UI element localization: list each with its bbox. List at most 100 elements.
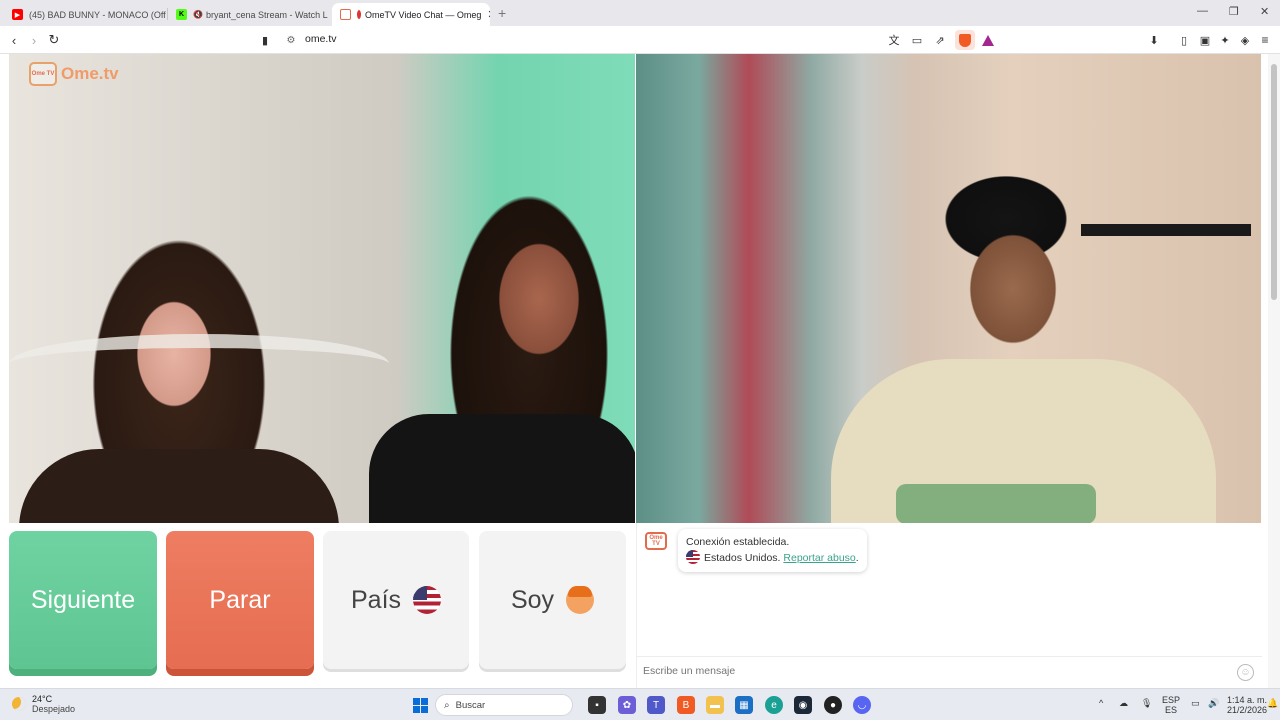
page-scrollbar[interactable] — [1268, 54, 1280, 688]
close-tab-icon[interactable]: ✕ — [481, 8, 490, 21]
tab-title: OmeTV Video Chat — Omeg — [365, 9, 482, 20]
close-window-icon[interactable]: ✕ — [1260, 5, 1269, 18]
microphone-icon[interactable]: 🎙 — [1141, 698, 1152, 708]
us-flag-icon — [413, 586, 442, 614]
report-suffix: . — [855, 552, 859, 564]
weather-description: Despejado — [32, 704, 76, 714]
moon-icon — [12, 697, 26, 711]
downloads-icon[interactable]: ⬇ — [1146, 32, 1162, 48]
video-background-detail — [9, 334, 389, 394]
ometv-logo-text: Ome.tv — [61, 64, 119, 83]
scrollbar-thumb[interactable] — [1271, 64, 1277, 300]
recording-icon — [357, 10, 361, 19]
ometv-tv-icon: Ome TV — [29, 62, 57, 86]
next-button[interactable]: Siguiente — [9, 531, 157, 669]
file-explorer-icon[interactable]: ▬ — [706, 696, 724, 714]
windows-taskbar: 24°C Despejado ⌕ Buscar ▪ ✿ T B ▬ ▦ e ◉ … — [0, 688, 1280, 720]
browser-tab-youtube[interactable]: ▶ (45) BAD BUNNY - MONACO (Offici — [4, 3, 166, 26]
clock[interactable]: 1:14 a. m. 21/2/2026 — [1227, 695, 1267, 715]
video-person-detail — [19, 449, 339, 523]
steam-icon[interactable]: ◉ — [794, 696, 812, 714]
network-icon[interactable]: ▭ — [1191, 698, 1200, 708]
gender-label: Soy — [510, 585, 555, 614]
browser-tab-strip: ▶ (45) BAD BUNNY - MONACO (Offici K 🔇 br… — [0, 0, 1280, 26]
microsoft-store-icon[interactable]: ▦ — [735, 696, 753, 714]
tab-title: bryant_cena Stream - Watch Live — [205, 9, 328, 20]
search-icon: ⌕ — [444, 699, 450, 711]
discord-icon[interactable]: ◡ — [853, 696, 871, 714]
brave-rewards-icon[interactable] — [978, 30, 998, 50]
remote-video — [636, 54, 1261, 523]
gender-selector-button[interactable]: Soy — [479, 531, 626, 669]
ometv-logo[interactable]: Ome TV Ome.tv — [29, 62, 119, 86]
forward-icon[interactable]: › — [26, 32, 42, 48]
share-icon[interactable]: ⇗ — [932, 32, 948, 48]
bookmark-icon[interactable]: ▮ — [257, 32, 273, 48]
brave-browser-icon[interactable]: B — [677, 696, 695, 714]
local-video: Ome TV Ome.tv — [9, 54, 635, 523]
country-selector-button[interactable]: País — [323, 531, 469, 669]
tab-title: (45) BAD BUNNY - MONACO (Offici — [29, 9, 166, 20]
next-button-label: Siguiente — [30, 585, 136, 614]
boy-avatar-icon — [566, 586, 595, 614]
teams-icon[interactable]: T — [647, 696, 665, 714]
youtube-icon: ▶ — [12, 9, 23, 20]
site-settings-icon[interactable]: ⚙ — [283, 32, 299, 48]
ometv-tab-icon — [340, 9, 351, 20]
ometv-page: Ome TV Ome.tv Siguiente Parar País Soy O… — [0, 54, 1280, 688]
connection-status-text: Conexión establecida. — [686, 536, 790, 548]
chat-panel: Ome TV Conexión establecida. Estados Uni… — [636, 523, 1262, 688]
menu-icon[interactable]: ≡ — [1257, 32, 1273, 48]
clock-date: 21/2/2026 — [1227, 705, 1268, 715]
address-bar[interactable]: ome.tv — [305, 33, 337, 45]
leo-ai-icon[interactable]: ✦ — [1217, 32, 1233, 48]
stop-button[interactable]: Parar — [166, 531, 314, 669]
brave-shields-icon[interactable] — [955, 30, 975, 50]
volume-icon[interactable]: 🔊 — [1208, 698, 1219, 708]
video-background-detail — [1081, 224, 1251, 236]
cast-icon[interactable]: ▭ — [909, 32, 925, 48]
vpn-icon[interactable]: ◈ — [1237, 32, 1253, 48]
weather-widget[interactable]: 24°C Despejado — [12, 694, 75, 714]
us-flag-icon — [686, 550, 700, 564]
system-message: Conexión establecida. Estados Unidos. Re… — [678, 529, 867, 572]
copilot-icon[interactable]: ✿ — [618, 696, 636, 714]
translate-icon[interactable]: 文 — [886, 32, 902, 48]
video-person-detail — [896, 484, 1096, 523]
message-input[interactable] — [643, 665, 1223, 677]
search-placeholder: Buscar — [455, 699, 486, 711]
browser-tab-kick[interactable]: K 🔇 bryant_cena Stream - Watch Live — [168, 3, 328, 26]
notifications-icon[interactable]: 🔔 — [1267, 698, 1278, 708]
onedrive-icon[interactable]: ☁ — [1119, 698, 1128, 708]
reload-icon[interactable]: ↻ — [46, 32, 62, 48]
obs-icon[interactable]: ● — [824, 696, 842, 714]
browser-tab-ometv[interactable]: OmeTV Video Chat — Omeg ✕ — [332, 3, 490, 26]
language-indicator[interactable]: ESP ES — [1162, 695, 1180, 715]
video-person-detail — [369, 414, 635, 523]
country-label: País — [350, 585, 402, 614]
wallet-icon[interactable]: ▣ — [1197, 32, 1213, 48]
back-icon[interactable]: ‹ — [6, 32, 22, 48]
sidebar-icon[interactable]: ▯ — [1176, 32, 1192, 48]
windows-start-icon[interactable] — [411, 696, 429, 714]
kick-icon: K — [176, 9, 187, 20]
clock-time: 1:14 a. m. — [1227, 695, 1268, 705]
minimize-window-icon[interactable]: — — [1197, 5, 1208, 17]
stop-button-label: Parar — [209, 585, 271, 614]
edge-icon[interactable]: e — [765, 696, 783, 714]
report-abuse-link[interactable]: Reportar abuso — [783, 552, 855, 564]
ometv-chat-icon: Ome TV — [645, 532, 667, 550]
show-hidden-icons[interactable]: ^ — [1099, 698, 1103, 708]
task-view-icon[interactable]: ▪ — [588, 696, 606, 714]
taskbar-search[interactable]: ⌕ Buscar — [435, 694, 573, 716]
language-code: ESP — [1162, 695, 1181, 705]
muted-speaker-icon[interactable]: 🔇 — [193, 10, 203, 19]
partner-country-text: Estados Unidos. — [704, 552, 781, 564]
weather-temperature: 24°C — [32, 694, 53, 704]
new-tab-button[interactable]: + — [498, 5, 506, 21]
message-input-bar: ☺ — [637, 656, 1262, 688]
restore-window-icon[interactable]: ❐ — [1229, 5, 1239, 18]
emoji-picker-icon[interactable]: ☺ — [1237, 664, 1254, 681]
keyboard-layout: ES — [1165, 705, 1178, 715]
browser-toolbar: ‹ › ↻ ▮ ⚙ ome.tv 文 ▭ ⇗ ⬇ ▯ ▣ ✦ ◈ ≡ — [0, 26, 1280, 54]
